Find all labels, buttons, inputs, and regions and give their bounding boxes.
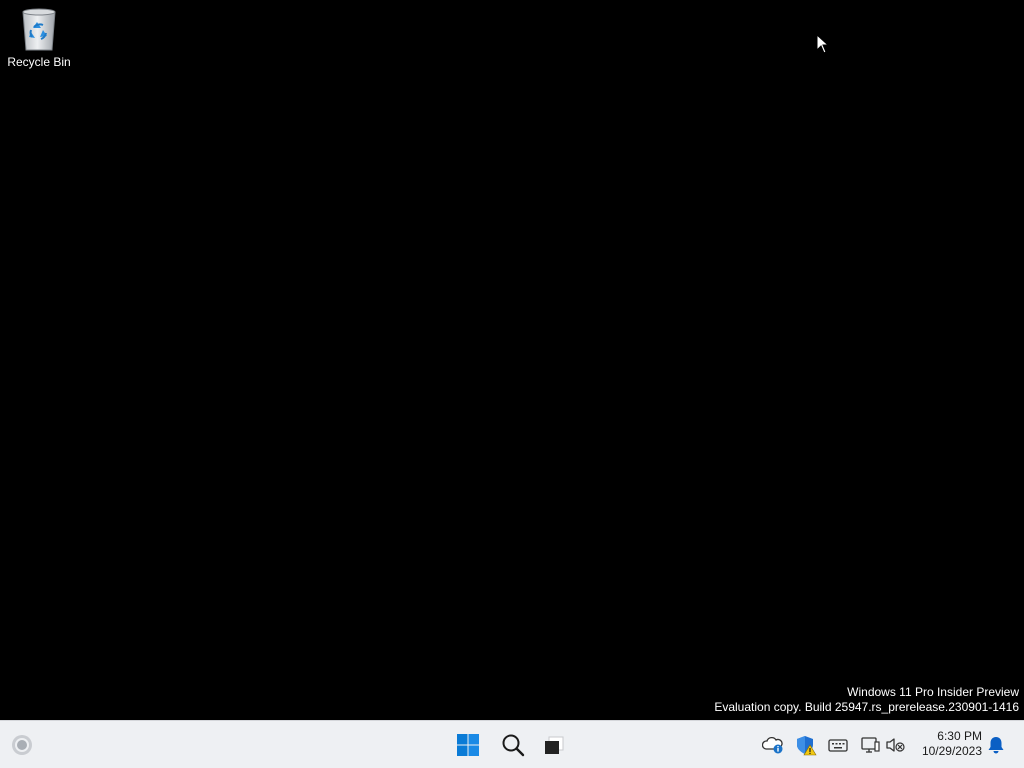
clock-date: 10/29/2023 — [921, 744, 982, 758]
recycle-bin-icon — [22, 8, 56, 51]
evaluation-watermark: Windows 11 Pro Insider Preview Evaluatio… — [714, 685, 1019, 715]
taskbar-clock[interactable]: 6:30 PM 10/29/2023 — [912, 729, 982, 761]
watermark-edition: Windows 11 Pro Insider Preview — [847, 685, 1019, 699]
clock-time: 6:30 PM — [937, 729, 982, 743]
notification-center-button[interactable] — [984, 733, 1008, 757]
watermark-build: Evaluation copy. Build 25947.rs_prerelea… — [714, 700, 1019, 714]
taskbar: 6:30 PM 10/29/2023 — [0, 720, 1024, 768]
onedrive-info-icon — [762, 736, 783, 754]
recycle-bin-desktop-icon[interactable]: Recycle Bin — [4, 6, 74, 76]
task-view-button[interactable] — [536, 721, 572, 768]
keyboard-icon — [828, 739, 848, 752]
desktop[interactable]: Recycle Bin Windows 11 Pro Insider Previ… — [0, 0, 1024, 720]
widgets-weather-icon — [12, 734, 32, 755]
tray-windows-security-button[interactable] — [794, 733, 818, 757]
volume-muted-icon — [886, 738, 905, 752]
tray-network-button[interactable] — [858, 733, 882, 757]
tray-volume-button[interactable] — [883, 733, 907, 757]
network-icon — [861, 737, 880, 753]
widgets-button[interactable] — [4, 721, 40, 768]
windows-security-warning-icon — [797, 736, 817, 756]
search-button[interactable] — [495, 721, 531, 768]
tray-keyboard-button[interactable] — [826, 733, 850, 757]
start-button[interactable] — [450, 721, 486, 768]
windows-start-icon — [457, 733, 479, 756]
bell-icon — [988, 737, 1004, 754]
mouse-cursor-icon — [816, 34, 830, 54]
search-icon — [502, 734, 525, 756]
recycle-bin-label: Recycle Bin — [7, 55, 71, 69]
tray-onedrive-button[interactable] — [761, 733, 785, 757]
task-view-icon — [545, 736, 564, 754]
